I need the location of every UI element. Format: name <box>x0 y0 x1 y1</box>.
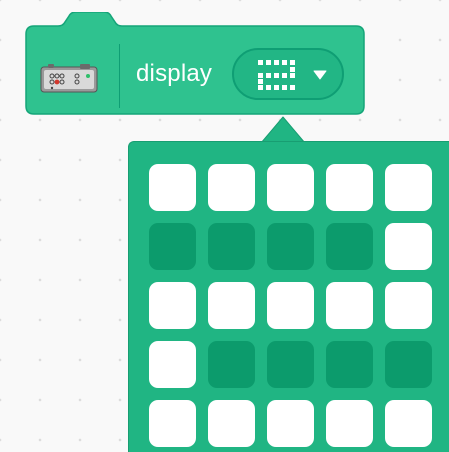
led-cell-r5-c4[interactable] <box>326 400 373 447</box>
led-cell-r3-c2[interactable] <box>208 282 255 329</box>
led-cell-r1-c4[interactable] <box>326 164 373 211</box>
led-cell-r1-c3[interactable] <box>267 164 314 211</box>
led-cell-r2-c3[interactable] <box>267 223 314 270</box>
matrix-editor-popup <box>128 141 449 452</box>
led-cell-r3-c1[interactable] <box>149 282 196 329</box>
led-cell-r2-c1[interactable] <box>149 223 196 270</box>
led-cell-r4-c5[interactable] <box>385 341 432 388</box>
led-cell-r4-c4[interactable] <box>326 341 373 388</box>
led-cell-r1-c1[interactable] <box>149 164 196 211</box>
matrix-pattern-icon <box>258 60 295 90</box>
popup-arrow <box>260 116 306 144</box>
led-cell-r5-c1[interactable] <box>149 400 196 447</box>
led-cell-r1-c2[interactable] <box>208 164 255 211</box>
led-cell-r2-c4[interactable] <box>326 223 373 270</box>
led-cell-r2-c5[interactable] <box>385 223 432 270</box>
led-cell-r1-c5[interactable] <box>385 164 432 211</box>
led-cell-r3-c4[interactable] <box>326 282 373 329</box>
led-cell-r3-c5[interactable] <box>385 282 432 329</box>
led-matrix-device-icon <box>40 64 98 93</box>
code-workspace[interactable]: display <box>0 0 449 452</box>
led-cell-r4-c1[interactable] <box>149 341 196 388</box>
led-cell-r5-c3[interactable] <box>267 400 314 447</box>
led-grid <box>149 164 432 447</box>
led-cell-r4-c2[interactable] <box>208 341 255 388</box>
matrix-dropdown[interactable] <box>232 48 344 100</box>
led-cell-r3-c3[interactable] <box>267 282 314 329</box>
block-divider <box>119 44 120 108</box>
block-label: display <box>136 60 213 87</box>
display-block[interactable]: display <box>18 12 366 116</box>
led-cell-r2-c2[interactable] <box>208 223 255 270</box>
led-cell-r5-c5[interactable] <box>385 400 432 447</box>
led-cell-r5-c2[interactable] <box>208 400 255 447</box>
led-cell-r4-c3[interactable] <box>267 341 314 388</box>
caret-down-icon <box>313 70 327 80</box>
